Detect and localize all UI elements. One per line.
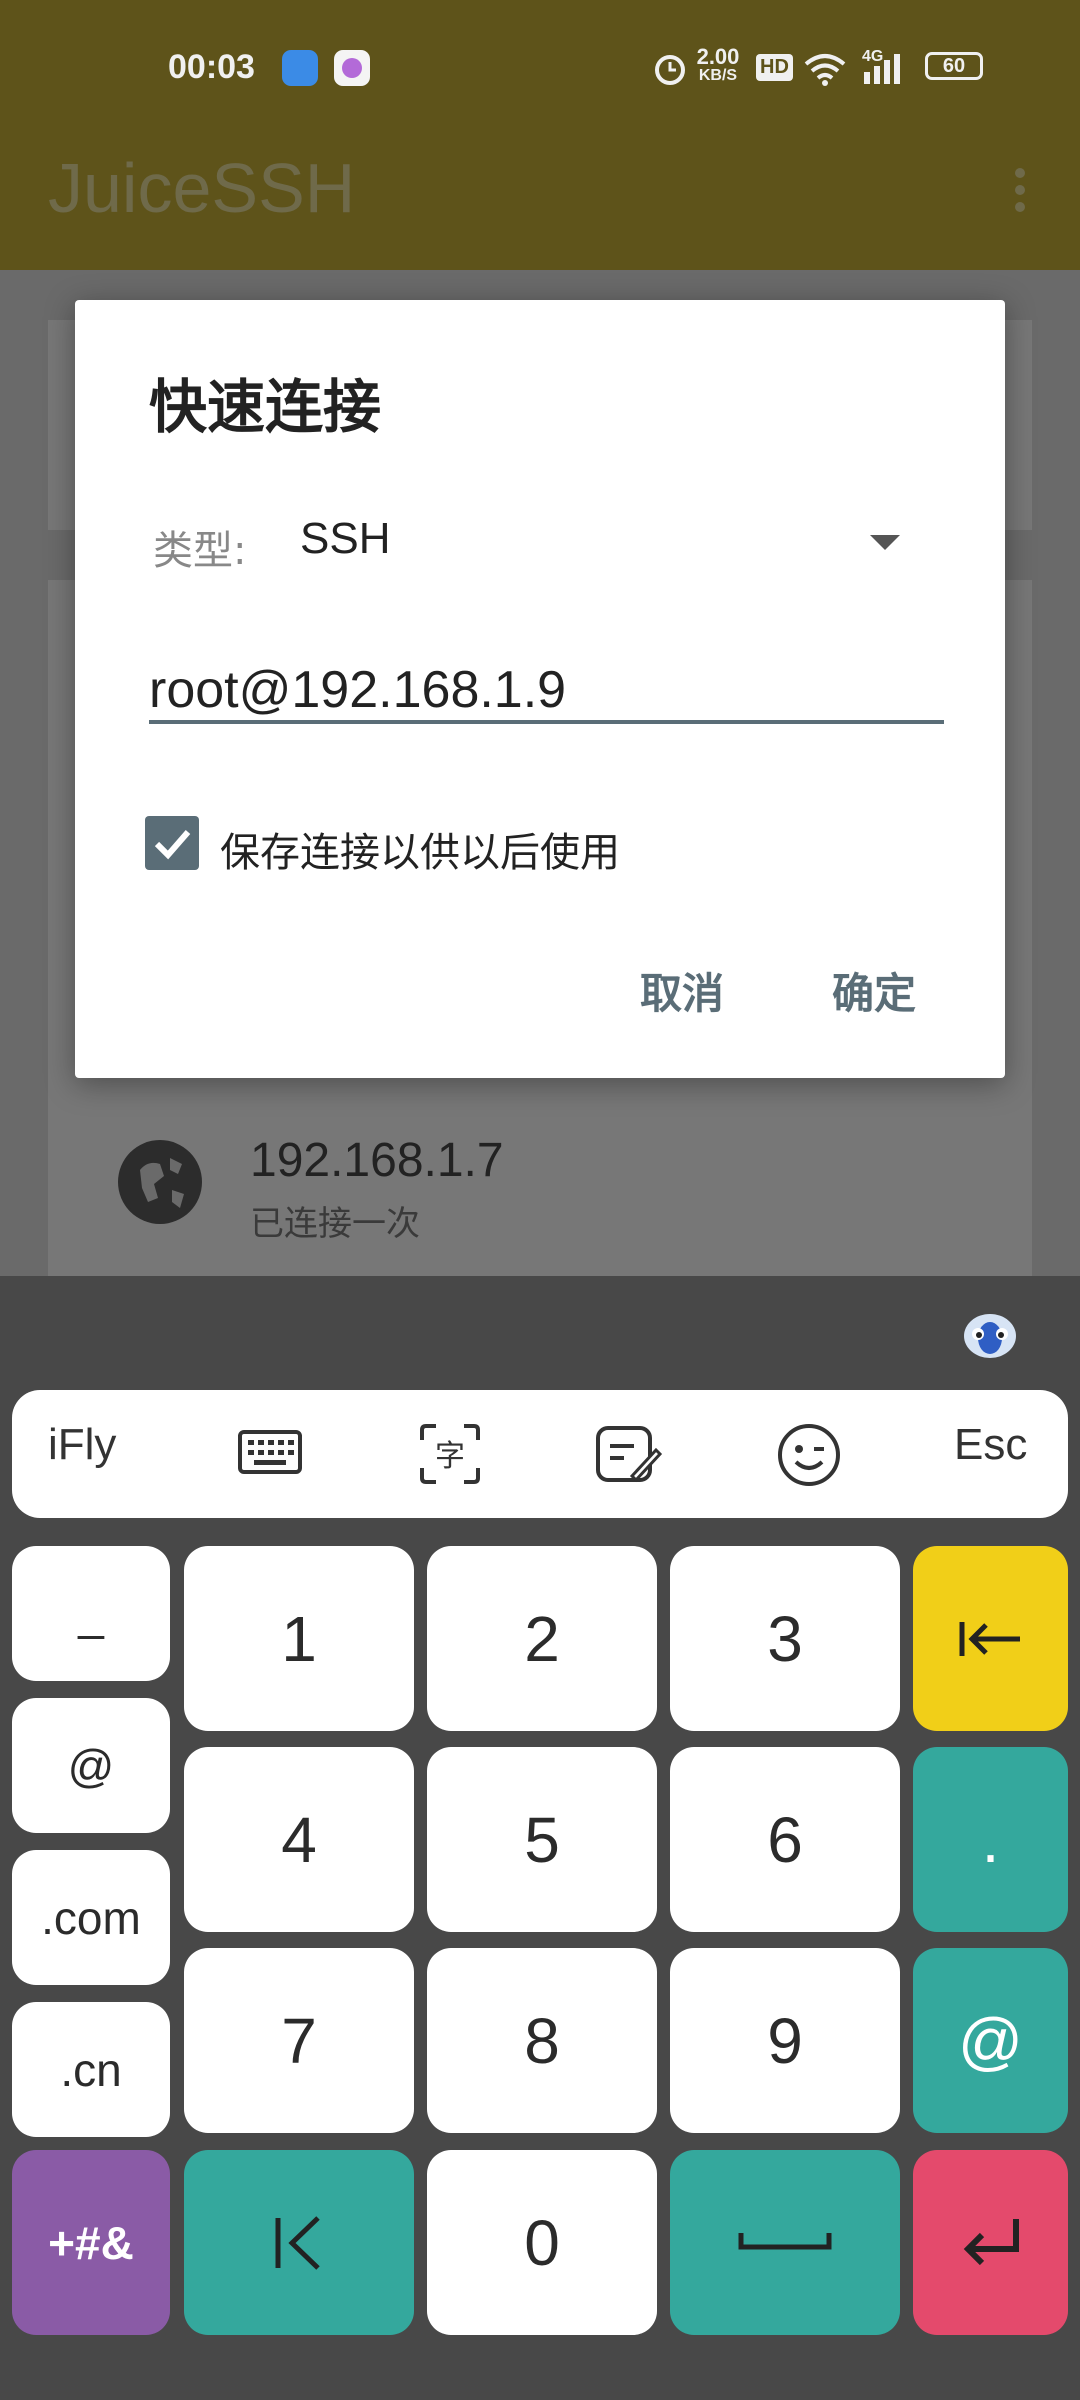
- backspace-key[interactable]: [913, 1546, 1068, 1731]
- key-8[interactable]: 8: [427, 1948, 657, 2133]
- key-9[interactable]: 9: [670, 1948, 900, 2133]
- connection-item-subtitle: 已连接一次: [250, 1204, 420, 1244]
- svg-text:字: 字: [435, 1439, 465, 1474]
- notification-app-icon: [334, 50, 370, 86]
- key-2[interactable]: 2: [427, 1546, 657, 1731]
- period-key[interactable]: .: [913, 1747, 1068, 1932]
- back-key[interactable]: [184, 2150, 414, 2335]
- dot-com-key[interactable]: .com: [12, 1850, 170, 1985]
- ocr-scan-icon[interactable]: 字: [418, 1422, 482, 1490]
- dialog-title: 快速连接: [149, 373, 382, 441]
- save-connection-checkbox[interactable]: [145, 816, 199, 870]
- backspace-icon: [959, 1621, 1020, 1656]
- connection-item-title[interactable]: 192.168.1.7: [250, 1133, 504, 1188]
- enter-icon: [963, 2218, 1019, 2265]
- type-label: 类型:: [153, 528, 247, 574]
- symbols-key[interactable]: +#&: [12, 2150, 170, 2335]
- key-4[interactable]: 4: [184, 1747, 414, 1932]
- globe-icon: [118, 1140, 202, 1224]
- ok-button[interactable]: 确定: [832, 960, 916, 1021]
- esc-button[interactable]: Esc: [954, 1420, 1027, 1470]
- keyboard-switch-icon[interactable]: [238, 1428, 302, 1480]
- overflow-menu-icon[interactable]: [1010, 165, 1030, 219]
- app-title: JuiceSSH: [48, 149, 356, 227]
- quick-connect-dialog: 快速连接 类型: SSH 保存连接以供以后使用 取消 确定: [75, 300, 1005, 1078]
- key-3[interactable]: 3: [670, 1546, 900, 1731]
- key-6[interactable]: 6: [670, 1747, 900, 1932]
- space-key[interactable]: [670, 2150, 900, 2335]
- alarm-icon: [652, 50, 688, 90]
- underscore-key[interactable]: _: [12, 1546, 170, 1681]
- weather-app-icon: [282, 50, 318, 86]
- battery-icon: 60: [925, 52, 983, 80]
- type-dropdown[interactable]: SSH: [300, 514, 390, 564]
- key-0[interactable]: 0: [427, 2150, 657, 2335]
- battery-level: 60: [942, 54, 966, 77]
- cancel-button[interactable]: 取消: [640, 960, 724, 1021]
- at-key[interactable]: @: [12, 1698, 170, 1833]
- at-symbol-key[interactable]: @: [913, 1948, 1068, 2133]
- keyboard-toolbar: [12, 1390, 1068, 1518]
- key-5[interactable]: 5: [427, 1747, 657, 1932]
- dropdown-arrow-icon[interactable]: [870, 535, 900, 550]
- emoji-icon[interactable]: [776, 1422, 842, 1492]
- host-input[interactable]: [149, 660, 944, 724]
- status-bar: 00:03 2.00 KB/S HD 4G 60: [0, 0, 1080, 130]
- network-speed: 2.00 KB/S: [696, 44, 740, 84]
- key-7[interactable]: 7: [184, 1948, 414, 2133]
- ifly-mascot-icon[interactable]: [960, 1306, 1020, 1366]
- enter-key[interactable]: [913, 2150, 1068, 2335]
- status-time: 00:03: [168, 48, 255, 86]
- space-icon: [738, 2232, 832, 2249]
- ifly-button[interactable]: iFly: [48, 1420, 116, 1470]
- save-connection-label[interactable]: 保存连接以供以后使用: [220, 820, 620, 878]
- dot-cn-key[interactable]: .cn: [12, 2002, 170, 2137]
- wifi-icon: [802, 48, 848, 92]
- key-1[interactable]: 1: [184, 1546, 414, 1731]
- back-arrow-icon: [275, 2215, 320, 2270]
- handwriting-note-icon[interactable]: [594, 1424, 664, 1490]
- checkmark-icon: [154, 830, 191, 860]
- hd-icon: HD: [756, 54, 793, 81]
- cellular-signal-icon: 4G: [860, 48, 910, 92]
